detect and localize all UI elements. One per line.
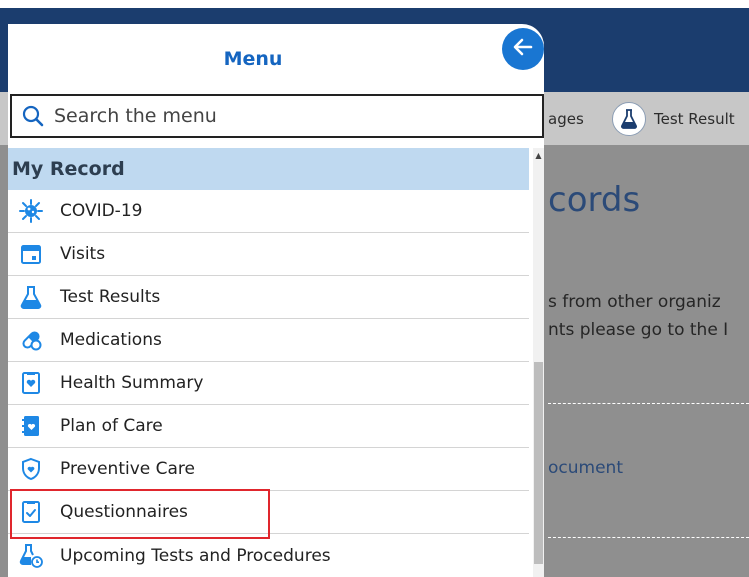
menu-item-visits[interactable]: Visits <box>8 233 529 276</box>
shield-heart-icon <box>14 456 48 482</box>
clipboard-check-icon <box>14 499 48 525</box>
menu-scrollbar[interactable]: ▲ <box>533 148 544 577</box>
page-text-line-1: s from other organiz <box>548 292 721 312</box>
shortcut-test-results-label: Test Result <box>654 109 735 128</box>
menu-item-questionnaires[interactable]: Questionnaires <box>8 491 529 534</box>
section-header-my-record: My Record <box>8 148 529 190</box>
menu-item-covid-19[interactable]: COVID-19 <box>8 190 529 233</box>
menu-item-plan-of-care[interactable]: Plan of Care <box>8 405 529 448</box>
plan-of-care-icon <box>14 413 48 439</box>
back-button[interactable] <box>502 28 544 70</box>
top-strip <box>0 0 749 8</box>
divider <box>548 537 749 538</box>
menu-item-label: Health Summary <box>60 373 204 393</box>
menu-list: My Record COVID-19 Visits Test Results M… <box>8 148 544 577</box>
menu-item-medications[interactable]: Medications <box>8 319 529 362</box>
search-icon <box>16 96 50 136</box>
divider <box>548 403 749 404</box>
shortcut-messages[interactable]: ages <box>548 92 584 145</box>
arrow-left-icon <box>511 35 535 63</box>
search-box <box>10 94 544 138</box>
menu-item-label: Upcoming Tests and Procedures <box>60 545 331 566</box>
menu-item-label: Medications <box>60 330 162 350</box>
page-title: cords <box>548 180 641 220</box>
menu-items: COVID-19 Visits Test Results Medications <box>8 190 529 577</box>
pill-icon <box>14 327 48 353</box>
document-link[interactable]: ocument <box>548 458 623 478</box>
health-summary-icon <box>14 370 48 396</box>
menu-item-label: Visits <box>60 244 106 264</box>
covid-icon <box>14 198 48 224</box>
menu-item-test-results[interactable]: Test Results <box>8 276 529 319</box>
search-input[interactable] <box>50 105 524 127</box>
calendar-icon <box>14 241 48 267</box>
menu-item-upcoming-tests[interactable]: Upcoming Tests and Procedures <box>8 534 529 577</box>
menu-item-label: COVID-19 <box>60 201 143 221</box>
flask-icon <box>14 284 48 310</box>
menu-item-health-summary[interactable]: Health Summary <box>8 362 529 405</box>
shortcut-test-results[interactable]: Test Result <box>612 92 735 145</box>
menu-item-preventive-care[interactable]: Preventive Care <box>8 448 529 491</box>
menu-title: Menu <box>223 48 283 70</box>
scrollbar-thumb[interactable] <box>534 362 543 564</box>
menu-item-label: Questionnaires <box>60 502 188 522</box>
flask-icon <box>612 101 646 136</box>
page-text-line-2: nts please go to the I <box>548 320 729 340</box>
menu-item-label: Preventive Care <box>60 459 195 479</box>
menu-item-label: Plan of Care <box>60 416 163 436</box>
shortcut-messages-label: ages <box>548 109 584 128</box>
flask-clock-icon <box>14 543 48 569</box>
menu-panel: Menu My Record COVID-19 Visits <box>8 24 544 577</box>
scroll-up-arrow-icon[interactable]: ▲ <box>533 148 544 162</box>
menu-item-label: Test Results <box>60 287 161 307</box>
